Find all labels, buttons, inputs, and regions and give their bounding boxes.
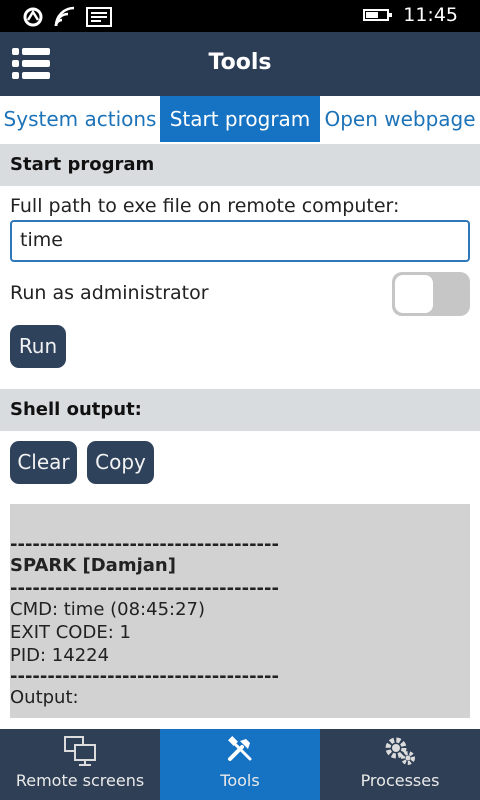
run-button[interactable]: Run	[10, 325, 66, 368]
nav-processes[interactable]: Processes	[320, 729, 480, 800]
output-line: SPARK [Damjan]	[10, 555, 176, 576]
nav-remote-screens[interactable]: Remote screens	[0, 729, 160, 800]
output-line: Output:	[10, 687, 79, 708]
tab-start-program[interactable]: Start program	[160, 96, 320, 142]
nav-tools[interactable]: Tools	[160, 729, 320, 800]
message-icon	[86, 7, 112, 27]
copy-button[interactable]: Copy	[87, 441, 154, 484]
output-line: ------------------------------------	[10, 666, 279, 687]
nfc-icon	[23, 7, 43, 27]
tools-icon	[228, 736, 252, 761]
shell-output[interactable]: ------------------------------------ SPA…	[10, 504, 470, 718]
nav-label: Remote screens	[15, 771, 145, 790]
gears-icon	[385, 737, 415, 765]
output-line: ------------------------------------	[10, 534, 279, 555]
nav-label: Processes	[360, 771, 440, 790]
status-icons	[22, 6, 112, 28]
output-line: CMD: time (08:45:27)	[10, 599, 206, 620]
status-bar: 11:45	[0, 0, 480, 32]
clear-button[interactable]: Clear	[10, 441, 77, 484]
tab-bar: System actions Start program Open webpag…	[0, 96, 480, 142]
start-program-header: Start program	[0, 144, 480, 186]
battery-icon	[363, 9, 393, 21]
status-right: 11:45	[363, 4, 458, 26]
bottom-nav: Remote screens Tools Processes	[0, 729, 480, 800]
tab-open-webpage[interactable]: Open webpage	[320, 96, 480, 142]
wifi-icon	[54, 6, 75, 27]
admin-label: Run as administrator	[10, 282, 209, 304]
toggle-knob	[395, 275, 433, 313]
output-line: ------------------------------------	[10, 578, 279, 599]
path-label: Full path to exe file on remote computer…	[10, 195, 400, 217]
title-bar: Tools	[0, 32, 480, 96]
output-line: EXIT CODE: 1	[10, 622, 131, 643]
exe-path-input[interactable]: time	[10, 220, 470, 262]
output-line: PID: 14224	[10, 645, 110, 666]
run-as-admin-toggle[interactable]	[392, 272, 470, 316]
tab-system-actions[interactable]: System actions	[0, 96, 160, 142]
shell-output-header: Shell output:	[0, 389, 480, 431]
nav-label: Tools	[220, 771, 260, 790]
monitors-icon	[64, 736, 96, 766]
page-title: Tools	[208, 50, 272, 75]
clock: 11:45	[403, 4, 458, 26]
